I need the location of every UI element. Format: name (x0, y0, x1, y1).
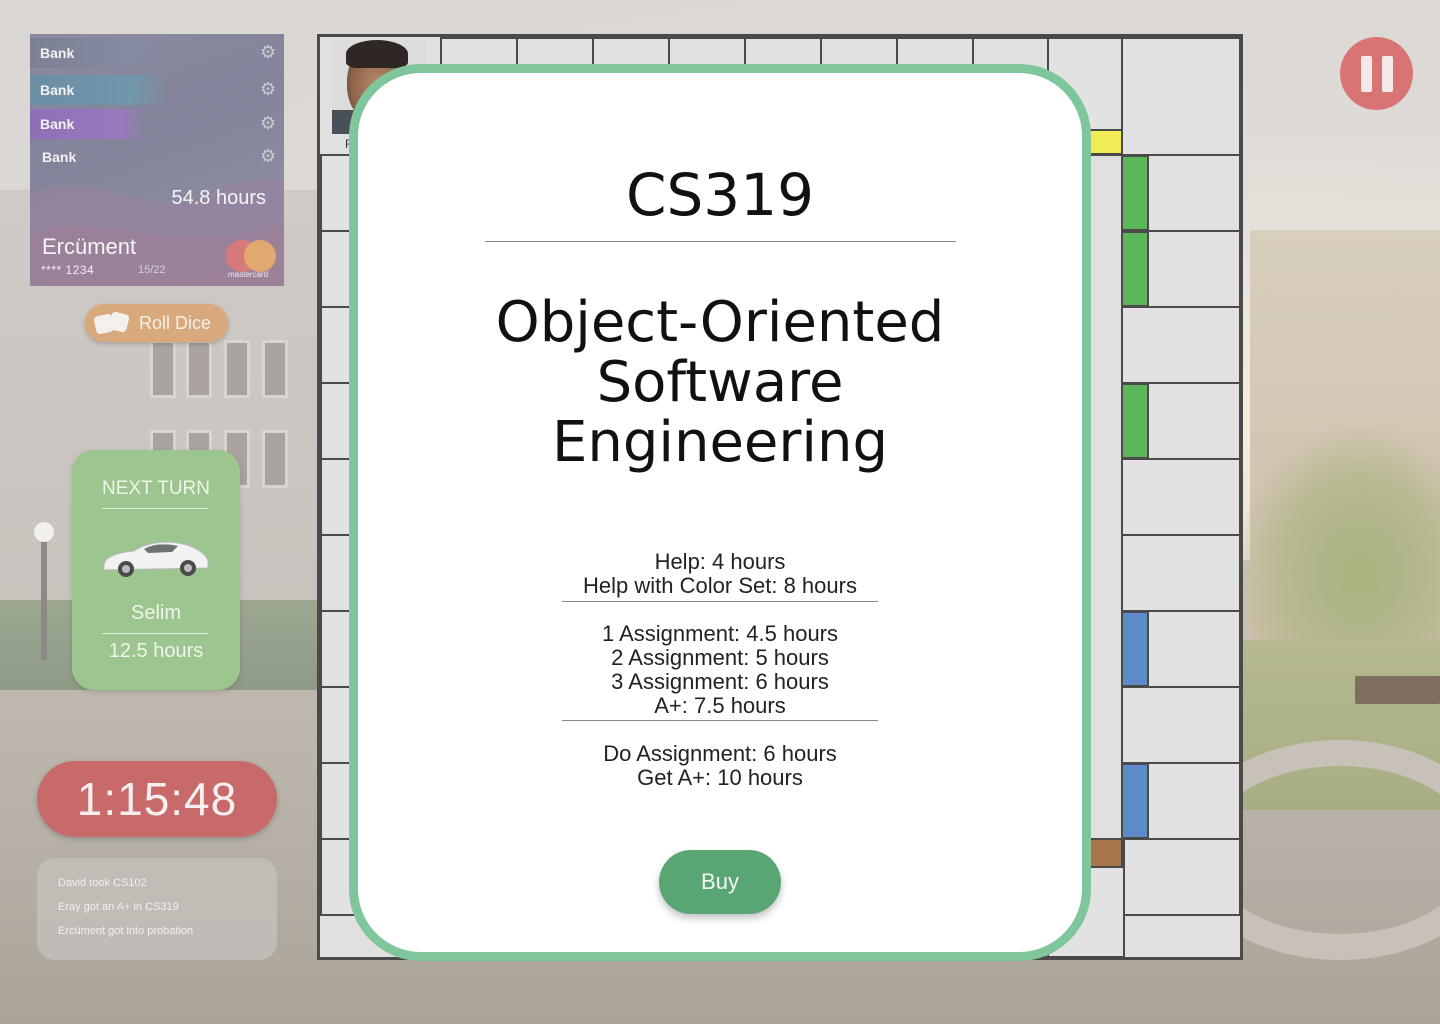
building-window (150, 340, 176, 398)
bank-row-4[interactable]: Bank ⚙ (30, 142, 284, 172)
bank-row-label: Bank (40, 45, 75, 61)
bank-row-3[interactable]: Bank ⚙ (30, 109, 284, 139)
course-title-line: Engineering (552, 410, 888, 475)
bench (1355, 676, 1440, 704)
course-card-modal: CS319 Object-Oriented Software Engineeri… (349, 64, 1091, 961)
log-entry: Eray got an A+ in CS319 (58, 901, 179, 913)
color-group-stripe (1121, 611, 1149, 687)
gear-icon[interactable]: ⚙ (260, 43, 278, 61)
next-turn-panel: NEXT TURN Selim 12.5 hours (72, 450, 240, 690)
color-group-stripe (1121, 231, 1149, 307)
building-window (262, 340, 288, 398)
divider (485, 241, 956, 242)
board-tile[interactable] (1121, 458, 1241, 536)
roll-dice-button[interactable]: Roll Dice (85, 304, 228, 342)
course-title-line: Software (596, 350, 844, 415)
action-costs: Do Assignment: 6 hours Get A+: 10 hours (358, 742, 1082, 790)
next-player-hours: 12.5 hours (108, 640, 204, 662)
board-tile[interactable] (1121, 838, 1241, 916)
help-cost: Help: 4 hours (654, 549, 786, 574)
card-owner: Ercüment (42, 234, 137, 259)
divider (102, 508, 208, 509)
pause-button[interactable] (1340, 37, 1413, 110)
divider (102, 633, 208, 634)
next-turn-title: NEXT TURN (101, 478, 211, 499)
course-title: Object-Oriented Software Engineering (358, 293, 1082, 473)
bank-row-1[interactable]: Bank ⚙ (30, 38, 284, 68)
card-expiry: 15/22 (138, 264, 166, 276)
gear-icon[interactable]: ⚙ (260, 80, 278, 98)
event-log: David took CS102 Eray got an A+ in CS319… (37, 858, 277, 960)
lamp-pole (41, 540, 47, 660)
assignment-costs: 1 Assignment: 4.5 hours 2 Assignment: 5 … (358, 622, 1082, 718)
trees (1240, 430, 1440, 670)
lamp (34, 522, 54, 542)
pause-icon (1360, 55, 1372, 92)
dice-icon (93, 311, 131, 335)
board-tile[interactable] (1121, 686, 1241, 764)
bank-hours: 54.8 hours (171, 187, 266, 209)
bank-row-2[interactable]: Bank ⚙ (30, 75, 284, 105)
bank-row-label: Bank (40, 82, 75, 98)
log-entry: Ercüment got into probation (58, 925, 194, 937)
assignment-cost: 1 Assignment: 4.5 hours (601, 621, 839, 646)
gear-icon[interactable]: ⚙ (260, 114, 278, 132)
do-assignment-cost: Do Assignment: 6 hours (603, 741, 837, 766)
building-window (262, 430, 288, 488)
help-costs: Help: 4 hours Help with Color Set: 8 hou… (358, 550, 1082, 598)
roll-dice-label: Roll Dice (139, 312, 212, 333)
get-a-plus-cost: Get A+: 10 hours (637, 765, 803, 790)
a-plus-cost: A+: 7.5 hours (654, 693, 786, 718)
assignment-cost: 2 Assignment: 5 hours (611, 645, 829, 670)
course-code: CS319 (625, 161, 815, 229)
card-brand: mastercard (228, 270, 269, 279)
divider (562, 601, 878, 602)
buy-button[interactable]: Buy (659, 850, 781, 914)
bank-card: Bank ⚙ Bank ⚙ Bank ⚙ Bank ⚙ 54.8 hours E… (30, 34, 284, 286)
color-group-stripe (1121, 763, 1149, 839)
board-tile[interactable] (1121, 37, 1241, 156)
mastercard-logo-icon (226, 240, 276, 272)
gear-icon[interactable]: ⚙ (260, 147, 278, 165)
color-group-stripe (1121, 155, 1149, 231)
assignment-cost: 3 Assignment: 6 hours (611, 669, 829, 694)
board-tile[interactable] (1121, 306, 1241, 384)
building-window (186, 340, 212, 398)
bank-row-label: Bank (42, 149, 77, 165)
bank-row-label: Bank (40, 116, 75, 132)
car-icon (103, 541, 209, 577)
log-entry: David took CS102 (58, 877, 147, 889)
board-tile[interactable] (1121, 534, 1241, 612)
game-timer: 1:15:48 (37, 761, 277, 837)
building-window (224, 340, 250, 398)
next-player-name: Selim (130, 602, 181, 624)
divider (562, 720, 878, 721)
help-color-set-cost: Help with Color Set: 8 hours (583, 573, 857, 598)
card-number: **** 1234 (41, 263, 95, 277)
color-group-stripe (1121, 383, 1149, 459)
timer-value: 1:15:48 (76, 773, 238, 825)
course-title-line: Object-Oriented (495, 290, 945, 355)
